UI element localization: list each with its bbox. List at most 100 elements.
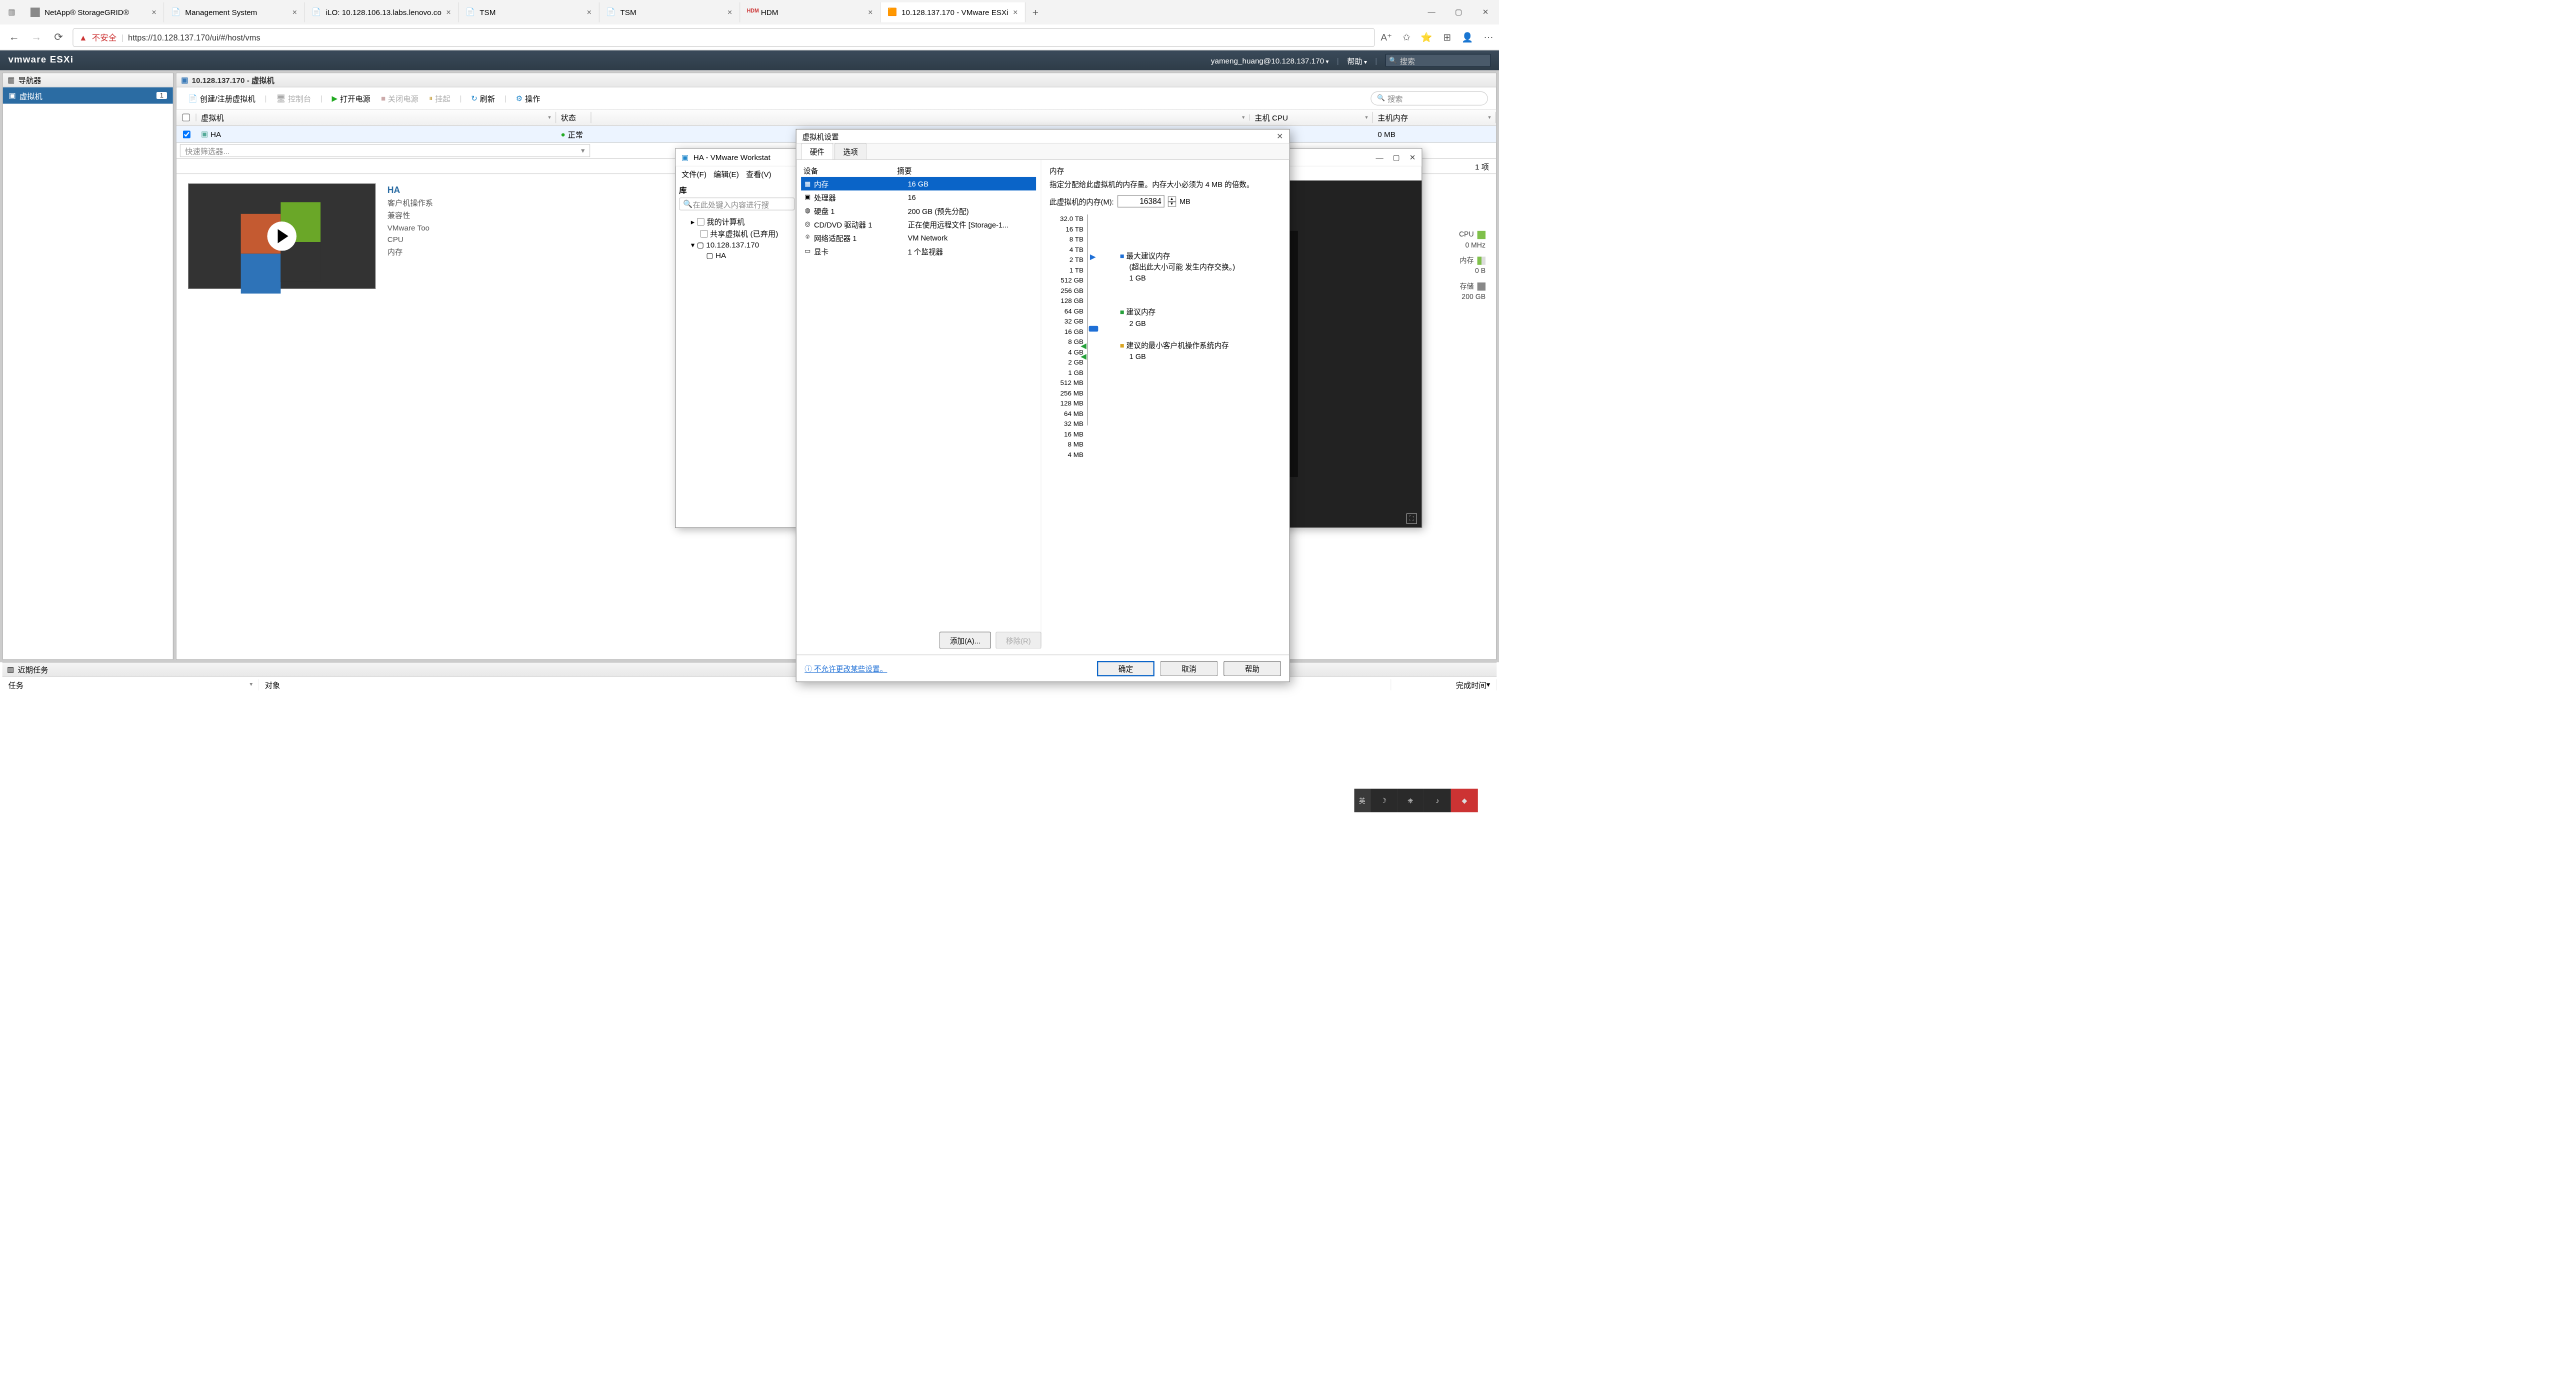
close-icon[interactable]: ✕: [1276, 131, 1283, 141]
read-aloud-icon[interactable]: A⁺: [1381, 31, 1392, 43]
browser-tab[interactable]: HDMHDM×: [740, 2, 881, 22]
network-icon: ⌾: [803, 234, 811, 242]
col-status[interactable]: 状态: [556, 112, 591, 123]
tasks-icon: ▥: [7, 665, 14, 674]
minimize-icon[interactable]: —: [1418, 8, 1445, 17]
suspend-button[interactable]: ⏸挂起: [425, 93, 453, 104]
nav-item-virtual-machines[interactable]: ▣ 虚拟机 1: [3, 87, 173, 103]
profile-icon[interactable]: 👤: [1462, 31, 1474, 43]
expand-icon[interactable]: ⛶: [1406, 513, 1417, 524]
favicon-icon: 📄: [171, 8, 180, 17]
browser-tab-active[interactable]: 🟧10.128.137.170 - VMware ESXi×: [880, 2, 1025, 22]
sidebar-toggle-icon[interactable]: ▥: [0, 8, 23, 17]
maximize-icon[interactable]: ▢: [1445, 8, 1472, 17]
ok-button[interactable]: 确定: [1097, 661, 1154, 676]
browser-tab[interactable]: NetApp® StorageGRID®×: [23, 2, 164, 22]
select-all-checkbox[interactable]: [176, 114, 196, 122]
refresh-icon[interactable]: ⟳: [50, 31, 66, 43]
vm-thumbnail[interactable]: [188, 183, 376, 288]
tray-icon[interactable]: ⎈: [1397, 789, 1424, 812]
system-tray: 英 ☽ ⎈ ♪ ◆: [1354, 789, 1478, 812]
row-checkbox[interactable]: [183, 130, 191, 138]
settings-restricted-link[interactable]: 不允许更改某些设置。: [805, 663, 888, 674]
create-vm-button[interactable]: 📄创建/注册虚拟机: [185, 93, 259, 104]
dialog-title: 虚拟机设置: [802, 131, 839, 142]
new-tab-button[interactable]: +: [1025, 6, 1045, 18]
dialog-footer: 不允许更改某些设置。 确定 取消 帮助: [796, 655, 1289, 682]
content-panel: ▣10.128.137.170 - 虚拟机 📄创建/注册虚拟机 | 🖥控制台 |…: [176, 73, 1497, 660]
tray-icon[interactable]: ☽: [1370, 789, 1397, 812]
device-row-memory[interactable]: ▦内存16 GB: [801, 177, 1036, 190]
close-icon[interactable]: ×: [1013, 8, 1018, 17]
col-host-cpu[interactable]: 主机 CPU▾: [1250, 112, 1373, 123]
tab-hardware[interactable]: 硬件: [801, 143, 833, 159]
pause-icon: ⏸: [429, 93, 433, 102]
insecure-label: 不安全: [92, 31, 117, 43]
device-row-processor[interactable]: ▣处理器16: [801, 190, 1036, 203]
device-row-cddvd[interactable]: ◎CD/DVD 驱动器 1正在使用远程文件 [Storage-1...: [801, 217, 1036, 230]
stop-icon: ■: [381, 94, 386, 103]
spinner-down-icon[interactable]: ▼: [1168, 201, 1176, 206]
device-row-network[interactable]: ⌾网络适配器 1VM Network: [801, 231, 1036, 244]
tray-icon[interactable]: ◆: [1451, 789, 1478, 812]
power-off-button[interactable]: ■关闭电源: [377, 93, 421, 104]
device-row-harddisk[interactable]: ◍硬盘 1200 GB (预先分配): [801, 204, 1036, 217]
star-icon[interactable]: ✩: [1402, 31, 1410, 43]
browser-tab[interactable]: 📄TSM×: [459, 2, 600, 22]
add-device-button[interactable]: 添加(A)...: [939, 632, 991, 649]
favicon-icon: 📄: [312, 8, 321, 17]
favorites-icon[interactable]: ⭐: [1421, 31, 1433, 43]
vm-count-badge: 1: [156, 92, 167, 99]
browser-tab[interactable]: 📄iLO: 10.128.106.13.labs.lenovo.co×: [305, 2, 459, 22]
vm-search-input[interactable]: 搜索: [1371, 91, 1488, 105]
back-icon[interactable]: ←: [6, 31, 22, 43]
col-finish-time[interactable]: 完成时间 ▾: [1391, 679, 1496, 690]
play-icon: ▶: [332, 93, 338, 102]
refresh-button[interactable]: ↻刷新: [468, 93, 499, 104]
address-bar: ← → ⟳ ▲ 不安全 | https://10.128.137.170/ui/…: [0, 25, 1499, 51]
browser-tab[interactable]: 📄Management System×: [164, 2, 305, 22]
cancel-button[interactable]: 取消: [1160, 661, 1217, 676]
console-button[interactable]: 🖥控制台: [273, 93, 315, 104]
global-search-input[interactable]: 搜索: [1385, 54, 1490, 67]
ime-indicator[interactable]: 英: [1354, 789, 1370, 812]
power-on-button[interactable]: ▶打开电源: [328, 93, 374, 104]
col-spacer: ▾: [591, 114, 1250, 120]
user-menu[interactable]: yameng_huang@10.128.137.170: [1211, 56, 1329, 65]
vm-name-title: HA: [387, 183, 457, 197]
vmware-header: vmware ESXi yameng_huang@10.128.137.170 …: [0, 50, 1499, 70]
help-button[interactable]: 帮助: [1224, 661, 1281, 676]
help-menu[interactable]: 帮助: [1347, 55, 1367, 66]
tab-title: HDM: [761, 8, 778, 17]
url-input[interactable]: ▲ 不安全 | https://10.128.137.170/ui/#/host…: [73, 28, 1375, 47]
tray-icon[interactable]: ♪: [1424, 789, 1451, 812]
close-icon[interactable]: ×: [868, 8, 873, 17]
host-icon: ▣: [181, 75, 188, 84]
favicon-icon: 📄: [466, 8, 475, 17]
tab-options[interactable]: 选项: [834, 143, 866, 159]
scale-bar[interactable]: [1087, 214, 1102, 425]
actions-button[interactable]: ⚙操作: [512, 93, 543, 104]
memory-spinner[interactable]: ▲▼: [1168, 196, 1176, 207]
memory-input[interactable]: [1117, 195, 1164, 207]
browser-tab[interactable]: 📄TSM×: [599, 2, 740, 22]
device-row-display[interactable]: ▭显卡1 个监视器: [801, 244, 1036, 257]
close-icon[interactable]: ×: [292, 8, 297, 17]
col-task[interactable]: 任务▾: [2, 679, 259, 690]
menu-icon[interactable]: ⋯: [1484, 31, 1493, 43]
close-icon[interactable]: ×: [446, 8, 451, 17]
close-icon[interactable]: ×: [727, 8, 732, 17]
col-vm[interactable]: 虚拟机▾: [196, 112, 556, 123]
vm-settings-dialog: 虚拟机设置 ✕ 硬件 选项 设备摘要 ▦内存16 GB ▣处理器16 ◍硬盘 1…: [796, 129, 1290, 682]
close-icon[interactable]: ×: [152, 8, 157, 17]
memory-icon: [1477, 257, 1485, 265]
close-icon[interactable]: ×: [587, 8, 592, 17]
collections-icon[interactable]: ⊞: [1443, 31, 1451, 43]
favicon-icon: 📄: [606, 8, 615, 17]
col-host-mem[interactable]: 主机内存▾: [1373, 112, 1496, 123]
slider-handle[interactable]: [1089, 326, 1098, 332]
memory-icon: ▦: [803, 180, 811, 188]
close-icon[interactable]: ✕: [1472, 8, 1499, 17]
quick-filter-select[interactable]: 快速筛选器...▾: [180, 144, 590, 157]
forward-icon[interactable]: →: [28, 31, 44, 43]
